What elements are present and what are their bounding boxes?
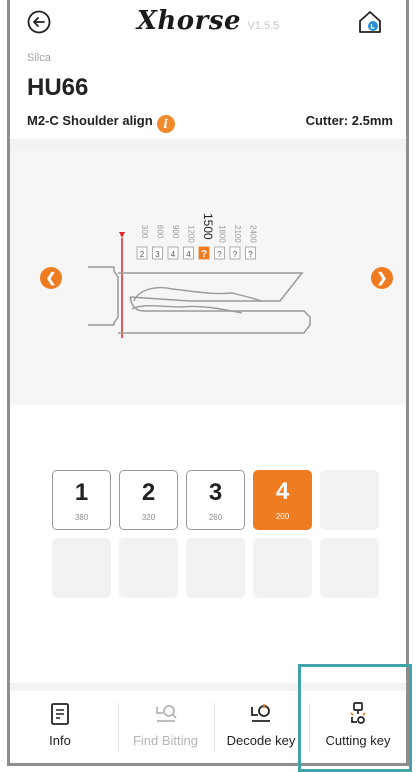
cut-value: ? bbox=[248, 250, 253, 259]
code-depth: 320 bbox=[141, 513, 156, 522]
cut-value: ? bbox=[217, 250, 222, 259]
code-cell-empty[interactable] bbox=[186, 538, 245, 598]
cut-value: 3 bbox=[155, 250, 160, 259]
code-value: 3 bbox=[208, 479, 223, 506]
app-frame: Xhorse V1.5.5 Silca HU66 M2-C Shoulder a… bbox=[7, 0, 409, 766]
depth-label: 1200 bbox=[187, 225, 196, 243]
depth-label: 1500 bbox=[201, 213, 215, 240]
find-bitting-icon bbox=[155, 705, 177, 722]
document-icon bbox=[51, 703, 69, 725]
key-diagram-area: ❮ ❯ 300 2 600 3 900 4 1200 4 1500? 1800? 2100? 2400… bbox=[10, 150, 406, 405]
arrow-left-icon[interactable]: ❮ bbox=[40, 267, 62, 289]
code-cell-empty[interactable] bbox=[52, 538, 111, 598]
info-icon[interactable]: i bbox=[156, 115, 175, 133]
depth-label: 2400 bbox=[249, 225, 258, 243]
code-cell-1[interactable]: 1 380 bbox=[52, 470, 111, 530]
key-diagram: 300 2 600 3 900 4 1200 4 1500? 1800? 2100? 2400? bbox=[88, 213, 311, 338]
depth-label: 300 bbox=[140, 225, 149, 239]
key-series: M2-C Shoulder align i bbox=[27, 113, 175, 133]
cut-value: 2 bbox=[140, 250, 145, 259]
code-cell-empty[interactable] bbox=[320, 470, 379, 530]
depth-label: 2100 bbox=[233, 225, 242, 243]
code-cell-empty[interactable] bbox=[253, 538, 312, 598]
code-cell-4[interactable]: 4 200 bbox=[253, 470, 312, 530]
code-value: 1 bbox=[74, 479, 89, 506]
depth-label: 900 bbox=[171, 225, 180, 239]
nav-decode-key-label: Decode key bbox=[226, 733, 296, 748]
depth-label: 1800 bbox=[218, 225, 227, 243]
code-depth: 380 bbox=[74, 513, 89, 522]
code-cell-2[interactable]: 2 320 bbox=[119, 470, 178, 530]
cut-value: ? bbox=[201, 249, 207, 260]
code-cell-empty[interactable] bbox=[320, 538, 379, 598]
highlight-box bbox=[298, 664, 412, 772]
divider bbox=[10, 139, 406, 150]
manufacturer-label: Silca bbox=[27, 52, 51, 64]
nav-find-bitting-label: Find Bitting bbox=[132, 733, 199, 748]
code-value: 2 bbox=[141, 479, 156, 506]
brand: Xhorse V1.5.5 bbox=[10, 6, 406, 36]
code-depth: 260 bbox=[208, 513, 223, 522]
cut-value: ? bbox=[233, 250, 238, 259]
code-value: 4 bbox=[275, 478, 290, 505]
series-label: M2-C Shoulder align bbox=[27, 113, 153, 128]
key-model-title: HU66 bbox=[27, 74, 89, 101]
home-icon[interactable] bbox=[356, 8, 384, 36]
depth-label: 600 bbox=[156, 225, 165, 239]
nav-info-label: Info bbox=[49, 733, 71, 748]
code-depth: 200 bbox=[275, 512, 290, 521]
code-cell-3[interactable]: 3 260 bbox=[186, 470, 245, 530]
depth-labels: 300 2 600 3 900 4 1200 4 1500? 1800? 2100? 2400? bbox=[136, 213, 258, 260]
app-version: V1.5.5 bbox=[247, 20, 280, 32]
nav-find-bitting[interactable]: Find Bitting bbox=[118, 691, 213, 763]
cutter-size: Cutter: 2.5mm bbox=[305, 113, 393, 128]
cut-value: 4 bbox=[171, 250, 176, 259]
decode-key-icon bbox=[251, 704, 270, 722]
top-bar: Xhorse V1.5.5 bbox=[10, 0, 406, 46]
nav-decode-key[interactable]: Decode key bbox=[214, 691, 308, 763]
nav-info[interactable]: Info bbox=[10, 691, 110, 763]
brand-logo: Xhorse bbox=[136, 6, 242, 36]
code-cell-empty[interactable] bbox=[119, 538, 178, 598]
arrow-right-icon[interactable]: ❯ bbox=[371, 267, 393, 289]
cut-value: 4 bbox=[186, 250, 191, 259]
